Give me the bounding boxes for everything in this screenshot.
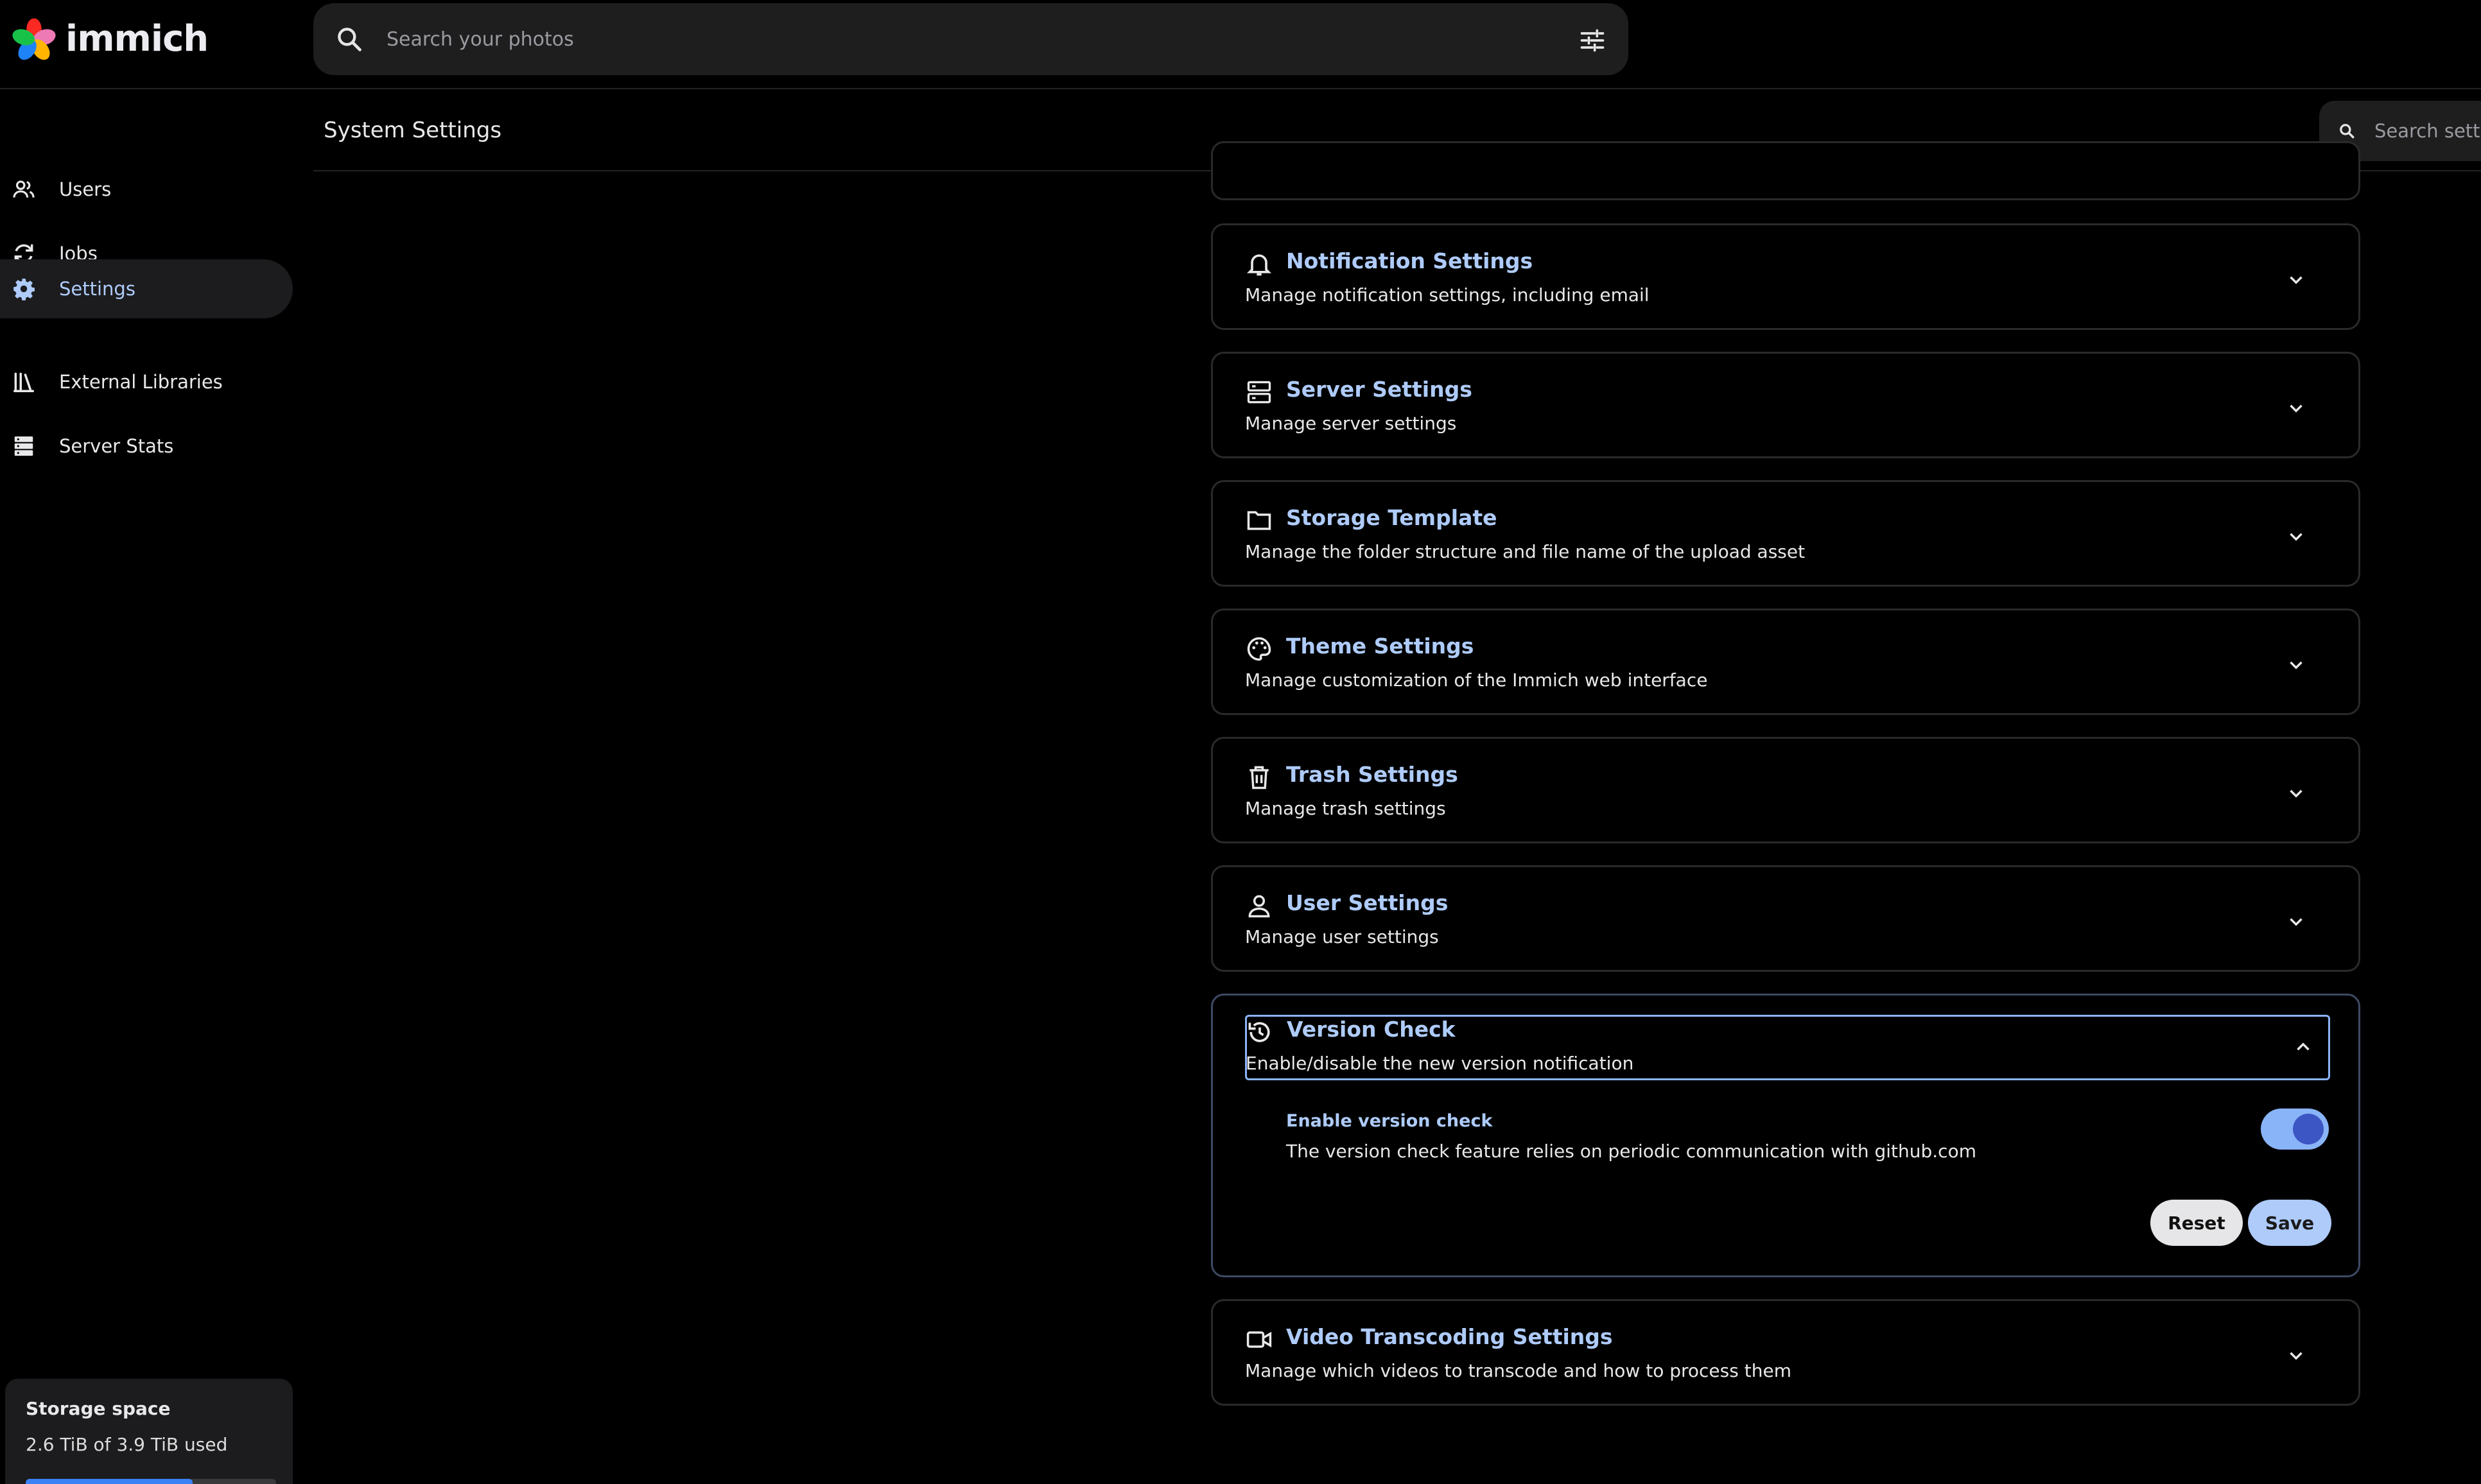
panel-description: Manage server settings (1245, 413, 1457, 434)
history-icon (1248, 1022, 1270, 1042)
folder-icon (1247, 511, 1271, 530)
sidebar-item-label: Users (59, 178, 112, 200)
chevron-down-icon[interactable] (2285, 1345, 2307, 1367)
settings-search-input[interactable] (2374, 115, 2481, 147)
settings-panel-theme[interactable]: Theme Settings Manage customization of t… (1211, 608, 2360, 715)
panel-title: Server Settings (1286, 377, 1472, 402)
enable-version-check-description: The version check feature relies on peri… (1286, 1141, 1976, 1162)
panel-title: Notification Settings (1286, 248, 1533, 273)
photo-search-input[interactable] (387, 19, 1529, 60)
panel-title: User Settings (1286, 890, 1449, 915)
settings-panel-user[interactable]: User Settings Manage user settings (1211, 865, 2360, 972)
app-name: immich (65, 18, 209, 60)
panel-description: Enable/disable the new version notificat… (1246, 1053, 1634, 1074)
panel-description: Manage user settings (1245, 926, 1439, 947)
sidebar-item-settings[interactable]: Settings (0, 259, 293, 318)
app-logo[interactable]: immich (10, 17, 209, 62)
video-icon (1246, 1331, 1272, 1348)
settings-panel-notification[interactable]: Notification Settings Manage notificatio… (1211, 223, 2360, 330)
trash-icon (1249, 766, 1269, 789)
library-icon (13, 372, 34, 392)
search-icon (2340, 124, 2355, 139)
sidebar-item-label: Settings (59, 278, 135, 300)
panel-title: Video Transcoding Settings (1286, 1324, 1613, 1349)
chevron-down-icon[interactable] (2285, 526, 2307, 548)
panel-title: Storage Template (1286, 505, 1497, 530)
panel-description: Manage which videos to transcode and how… (1245, 1360, 1791, 1381)
panel-description: Manage customization of the Immich web i… (1245, 669, 1708, 691)
settings-panel-storage-template[interactable]: Storage Template Manage the folder struc… (1211, 480, 2360, 587)
version-check-header[interactable]: Version Check Enable/disable the new ver… (1245, 1015, 2330, 1080)
reset-button[interactable]: Reset (2150, 1200, 2243, 1246)
bell-icon (1246, 254, 1272, 276)
server-icon (14, 436, 33, 456)
chevron-down-icon[interactable] (2285, 397, 2307, 419)
sidebar-item-label: Server Stats (59, 435, 174, 457)
search-icon[interactable] (335, 25, 363, 53)
server-icon (1247, 381, 1271, 404)
sidebar-item-external-libraries[interactable]: External Libraries (0, 352, 293, 411)
photo-search-bar[interactable] (313, 3, 1628, 75)
chevron-down-icon[interactable] (2285, 269, 2307, 291)
panel-title: Theme Settings (1286, 634, 1474, 659)
user-icon (1248, 895, 1270, 918)
enable-version-check-label: Enable version check (1286, 1111, 1493, 1131)
sidebar: Users Jobs Settings External Libraries S… (0, 89, 295, 1484)
page-title: System Settings (324, 117, 502, 143)
sidebar-item-users[interactable]: Users (0, 160, 293, 219)
chevron-down-icon[interactable] (2285, 782, 2307, 804)
panel-description: Manage trash settings (1245, 798, 1446, 819)
settings-panel-video-transcoding[interactable]: Video Transcoding Settings Manage which … (1211, 1299, 2360, 1406)
chevron-down-icon[interactable] (2285, 911, 2307, 933)
top-bar: immich (0, 0, 2481, 89)
storage-space-card: Storage space 2.6 TiB of 3.9 TiB used (5, 1379, 293, 1484)
sidebar-item-label: External Libraries (59, 371, 223, 393)
toggle-knob (2293, 1114, 2324, 1144)
immich-logo-icon (12, 18, 56, 60)
settings-panel-version-check: Version Check Enable/disable the new ver… (1211, 994, 2360, 1277)
storage-used-text: 2.6 TiB of 3.9 TiB used (26, 1434, 228, 1455)
palette-icon (1247, 637, 1271, 661)
storage-title: Storage space (26, 1398, 171, 1419)
panel-description: Manage notification settings, including … (1245, 284, 1650, 306)
filter-options-icon[interactable] (1578, 26, 1606, 55)
save-button[interactable]: Save (2248, 1200, 2331, 1246)
storage-usage-fill (26, 1479, 193, 1484)
settings-panel-server[interactable]: Server Settings Manage server settings (1211, 352, 2360, 458)
enable-version-check-toggle[interactable] (2261, 1109, 2329, 1150)
gear-icon (13, 279, 35, 301)
chevron-down-icon[interactable] (2285, 654, 2307, 676)
panel-title: Version Check (1287, 1017, 1456, 1042)
panel-title: Trash Settings (1286, 762, 1458, 787)
sidebar-item-server-stats[interactable]: Server Stats (0, 417, 293, 476)
panel-description: Manage the folder structure and file nam… (1245, 541, 1806, 562)
users-icon (13, 180, 35, 198)
storage-usage-bar (26, 1479, 276, 1484)
settings-panel-trash[interactable]: Trash Settings Manage trash settings (1211, 737, 2360, 843)
settings-panel-cut-off[interactable] (1211, 141, 2360, 200)
chevron-up-icon[interactable] (2292, 1036, 2314, 1058)
app-root: immich Users (0, 0, 2481, 1484)
